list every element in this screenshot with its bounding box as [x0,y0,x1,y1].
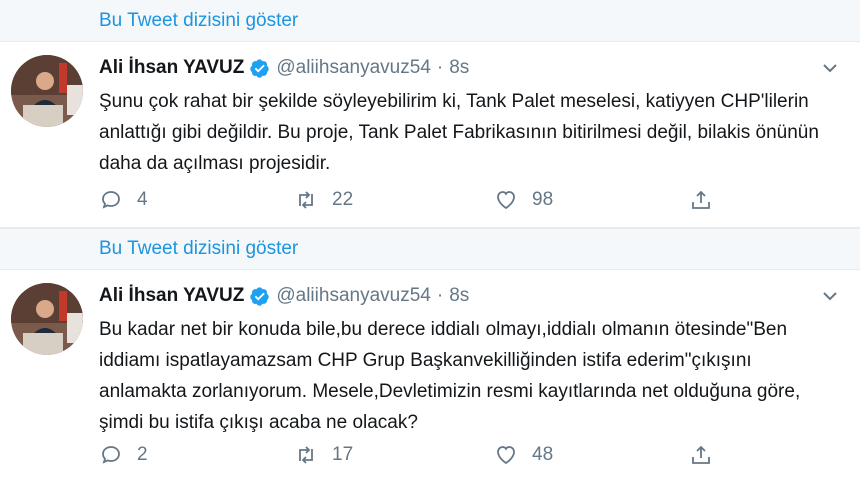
tweet[interactable]: Ali İhsan YAVUZ @aliihsanyavuz54 · 8s Bu… [0,270,860,480]
reply-icon [102,191,120,209]
like-count: 48 [532,444,554,465]
retweet-icon [299,191,313,209]
share-icon [692,445,710,464]
tweet-text: Şunu çok rahat bir şekilde söyleyebiliri… [99,91,819,174]
tweet-header: Ali İhsan YAVUZ @aliihsanyavuz54 · 8s [99,283,469,309]
chevron-down-icon[interactable] [822,288,838,304]
reply-count: 2 [137,444,148,465]
avatar[interactable] [11,55,83,127]
share-icon [692,190,710,209]
tweet-actions-row: 4 22 98 [99,185,799,215]
separator-dot: · [436,57,444,78]
tweet-time[interactable]: 8s [449,285,469,307]
tweet-actions-row: 2 17 48 [99,440,799,470]
reply-icon [102,446,120,464]
verified-badge-icon [250,286,270,306]
separator-dot: · [436,285,444,306]
like-button[interactable]: 48 [494,440,553,470]
show-thread-link[interactable]: Bu Tweet dizisini göster [0,228,860,270]
heart-icon [497,446,515,465]
show-thread-link[interactable]: Bu Tweet dizisini göster [0,0,860,42]
reply-button[interactable]: 4 [99,185,148,215]
tweet-text: Bu kadar net bir konuda bile,bu derece i… [99,319,801,433]
retweet-icon [299,446,313,464]
user-name[interactable]: Ali İhsan YAVUZ [99,285,244,307]
share-button[interactable] [689,440,713,470]
like-button[interactable]: 98 [494,185,553,215]
verified-badge-icon [250,58,270,78]
avatar[interactable] [11,283,83,355]
retweet-count: 17 [332,444,354,465]
reply-count: 4 [137,189,148,210]
like-count: 98 [532,189,554,210]
retweet-button[interactable]: 22 [294,185,353,215]
tweet-time[interactable]: 8s [449,57,469,79]
reply-button[interactable]: 2 [99,440,148,470]
heart-icon [497,191,515,210]
tweet-header: Ali İhsan YAVUZ @aliihsanyavuz54 · 8s [99,55,469,81]
share-button[interactable] [689,185,713,215]
retweet-button[interactable]: 17 [294,440,353,470]
user-handle[interactable]: @aliihsanyavuz54 [276,57,431,79]
chevron-down-icon[interactable] [822,60,838,76]
retweet-count: 22 [332,189,354,210]
user-handle[interactable]: @aliihsanyavuz54 [276,285,431,307]
user-name[interactable]: Ali İhsan YAVUZ [99,57,244,79]
